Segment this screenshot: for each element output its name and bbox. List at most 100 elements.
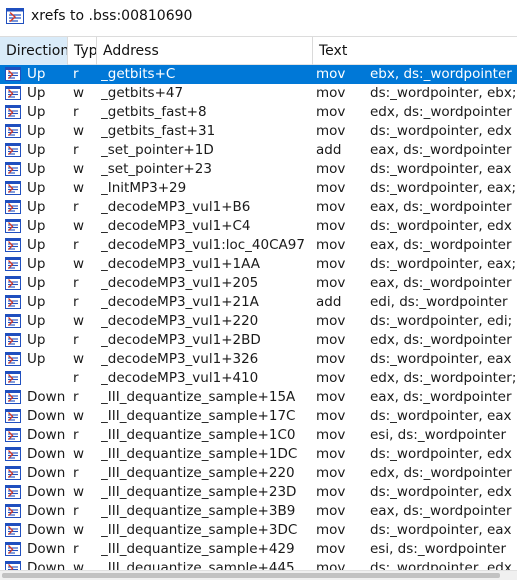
column-header-direction[interactable]: Direction: [0, 37, 67, 65]
xref-row-icon: [5, 352, 21, 366]
cell-address: _decodeMP3_vul1+1AA: [101, 256, 260, 272]
xref-row[interactable]: Up w _decodeMP3_vul1+1AA mov ds:_wordpointer…: [0, 255, 517, 274]
xref-row[interactable]: Down r _III_dequantize_sample+1C0 mov esi, d…: [0, 426, 517, 445]
cell-direction: Down: [27, 427, 66, 443]
cell-type: w: [73, 351, 85, 367]
cell-operands: edx, ds:_wordpointer;: [370, 370, 517, 386]
cell-operands: eax, ds:_wordpointer: [370, 237, 512, 253]
xref-row[interactable]: Up r _decodeMP3_vul1+B6 mov eax, ds:_wordpoi…: [0, 198, 517, 217]
cell-direction: Down: [27, 541, 66, 557]
cell-direction: Up: [27, 237, 46, 253]
xref-row[interactable]: Down r _III_dequantize_sample+3B9 mov eax, d…: [0, 502, 517, 521]
cell-type: r: [73, 275, 79, 291]
column-header-type[interactable]: Type: [68, 37, 96, 65]
xref-row[interactable]: Down r _III_dequantize_sample+429 mov esi, d…: [0, 540, 517, 559]
cell-address: _decodeMP3_vul1+C4: [101, 218, 251, 234]
cell-address: _III_dequantize_sample+1C0: [101, 427, 296, 443]
xref-row-icon: [5, 86, 21, 100]
xref-row[interactable]: Up r _getbits+C mov ebx, ds:_wordpointer: [0, 65, 517, 84]
cell-direction: Up: [27, 161, 46, 177]
cell-type: r: [73, 294, 79, 310]
cell-mnemonic: mov: [316, 123, 346, 139]
xref-row[interactable]: Down w _III_dequantize_sample+445 mov ds:_wo…: [0, 559, 517, 570]
cell-operands: ds:_wordpointer, ebx; ;: [370, 85, 517, 101]
cell-mnemonic: mov: [316, 427, 346, 443]
xref-row[interactable]: Up r _getbits_fast+8 mov edx, ds:_wordpointe…: [0, 103, 517, 122]
cell-mnemonic: mov: [316, 275, 346, 291]
xref-row-icon: [5, 466, 21, 480]
scrollbar-thumb[interactable]: [2, 573, 500, 578]
cell-address: _decodeMP3_vul1+205: [101, 275, 259, 291]
cell-direction: Up: [27, 294, 46, 310]
xref-row[interactable]: Down w _III_dequantize_sample+23D mov ds:_wo…: [0, 483, 517, 502]
column-header: Direction Type Address Text: [0, 36, 517, 65]
xref-row[interactable]: Up w _decodeMP3_vul1+C4 mov ds:_wordpointer,…: [0, 217, 517, 236]
cell-address: _getbits_fast+8: [101, 104, 207, 120]
xref-row-icon: [5, 200, 21, 214]
cell-direction: Up: [27, 66, 46, 82]
xref-row[interactable]: Up w _set_pointer+23 mov ds:_wordpointer, ea…: [0, 160, 517, 179]
cell-mnemonic: mov: [316, 161, 346, 177]
xref-row-icon: [5, 371, 21, 385]
xref-row[interactable]: Up w _InitMP3+29 mov ds:_wordpointer, eax; (: [0, 179, 517, 198]
xref-row[interactable]: Up r _set_pointer+1D add eax, ds:_wordpointe…: [0, 141, 517, 160]
cell-operands: ds:_wordpointer, edx: [370, 560, 512, 570]
cell-operands: eax, ds:_wordpointer: [370, 142, 512, 158]
cell-type: w: [73, 484, 85, 500]
xref-row[interactable]: Down r _III_dequantize_sample+15A mov eax, d…: [0, 388, 517, 407]
cell-direction: Up: [27, 180, 46, 196]
xref-row[interactable]: Down w _III_dequantize_sample+1DC mov ds:_wo…: [0, 445, 517, 464]
cell-address: _getbits+47: [101, 85, 184, 101]
xref-row[interactable]: Up r _decodeMP3_vul1+21A add edi, ds:_wordpo…: [0, 293, 517, 312]
cell-address: _III_dequantize_sample+429: [101, 541, 295, 557]
xref-row-icon: [5, 561, 21, 570]
cell-direction: Down: [27, 484, 66, 500]
cell-mnemonic: mov: [316, 446, 346, 462]
cell-type: r: [73, 199, 79, 215]
xref-row[interactable]: Up r _decodeMP3_vul1:loc_40CA97 mov eax, ds:…: [0, 236, 517, 255]
xref-row[interactable]: Down r _III_dequantize_sample+220 mov edx, d…: [0, 464, 517, 483]
horizontal-scrollbar[interactable]: [0, 570, 517, 580]
cell-operands: edx, ds:_wordpointer: [370, 104, 512, 120]
cell-direction: Up: [27, 218, 46, 234]
xref-row[interactable]: r _decodeMP3_vul1+410 mov edx, ds:_wordpoin…: [0, 369, 517, 388]
xref-row[interactable]: Down w _III_dequantize_sample+3DC mov ds:_wo…: [0, 521, 517, 540]
cell-operands: eax, ds:_wordpointer: [370, 199, 512, 215]
cell-type: w: [73, 560, 85, 570]
column-header-text[interactable]: Text: [313, 37, 517, 65]
cell-operands: ds:_wordpointer, eax; U: [370, 256, 517, 272]
cell-direction: Down: [27, 389, 66, 405]
cell-mnemonic: mov: [316, 370, 346, 386]
cell-operands: ds:_wordpointer, edi; U: [370, 313, 517, 329]
xref-row[interactable]: Down w _III_dequantize_sample+17C mov ds:_wo…: [0, 407, 517, 426]
xref-row[interactable]: Up r _decodeMP3_vul1+2BD mov edx, ds:_wordpo…: [0, 331, 517, 350]
cell-direction: Up: [27, 275, 46, 291]
cell-mnemonic: mov: [316, 85, 346, 101]
cell-operands: ds:_wordpointer, edx: [370, 218, 512, 234]
cell-address: _set_pointer+23: [101, 161, 212, 177]
xref-row[interactable]: Up w _decodeMP3_vul1+326 mov ds:_wordpointer…: [0, 350, 517, 369]
cell-mnemonic: mov: [316, 332, 346, 348]
xref-row[interactable]: Up w _decodeMP3_vul1+220 mov ds:_wordpointer…: [0, 312, 517, 331]
cell-address: _getbits+C: [101, 66, 176, 82]
cell-mnemonic: mov: [316, 237, 346, 253]
cell-direction: Up: [27, 142, 46, 158]
xref-row[interactable]: Up w _getbits+47 mov ds:_wordpointer, ebx; ;: [0, 84, 517, 103]
xref-row-icon: [5, 276, 21, 290]
cell-address: _III_dequantize_sample+3DC: [101, 522, 298, 538]
cell-direction: Up: [27, 199, 46, 215]
cell-mnemonic: add: [316, 142, 342, 158]
cell-mnemonic: mov: [316, 313, 346, 329]
cell-address: _III_dequantize_sample+445: [101, 560, 295, 570]
xref-row-icon: [5, 333, 21, 347]
xref-list[interactable]: Up r _getbits+C mov ebx, ds:_wordpointer Up w _…: [0, 65, 517, 570]
cell-operands: ds:_wordpointer, edx: [370, 484, 512, 500]
column-header-address[interactable]: Address: [97, 37, 312, 65]
xref-row-icon: [5, 409, 21, 423]
xref-row[interactable]: Up r _decodeMP3_vul1+205 mov eax, ds:_wordpo…: [0, 274, 517, 293]
cell-operands: ebx, ds:_wordpointer: [370, 66, 512, 82]
cell-mnemonic: mov: [316, 104, 346, 120]
xref-row[interactable]: Up w _getbits_fast+31 mov ds:_wordpointer, e…: [0, 122, 517, 141]
xref-row-icon: [5, 314, 21, 328]
cell-mnemonic: mov: [316, 484, 346, 500]
